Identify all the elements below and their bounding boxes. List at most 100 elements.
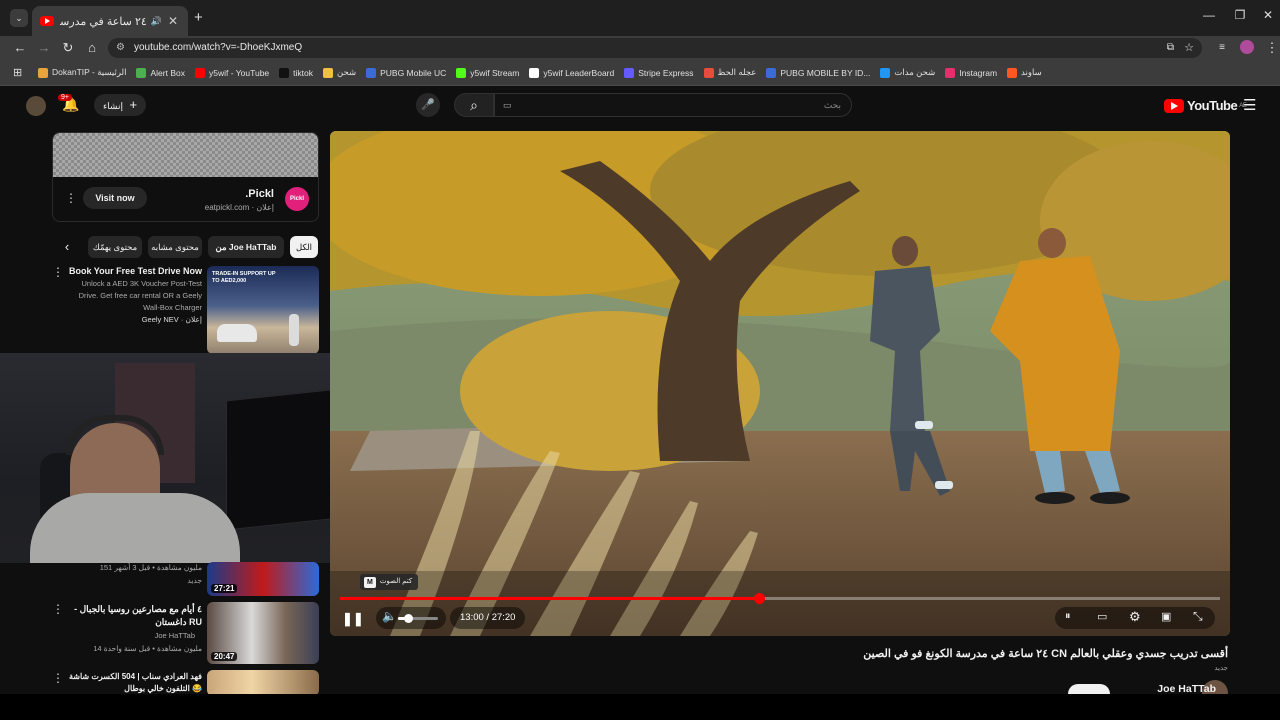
- volume-control[interactable]: 🔈: [376, 607, 446, 629]
- browser-tab-active[interactable]: ٢٤ ساعة في مدرسة الكونغ فو (2401) 🔊 ✕: [32, 6, 188, 36]
- tab-search-icon[interactable]: ⌄: [10, 9, 28, 27]
- exit-fullscreen-icon[interactable]: ⤡: [1193, 609, 1203, 624]
- bookmark-label: y5wif - YouTube: [208, 67, 270, 78]
- restore-icon[interactable]: ❐: [1226, 8, 1254, 22]
- bookmark-item[interactable]: y5wif - YouTube: [194, 67, 270, 78]
- bookmark-item[interactable]: Stripe Express: [624, 67, 694, 78]
- webcam-overlay: [0, 353, 371, 563]
- video2-meta: 14 مليون مشاهدة • قبل سنة واحدة: [93, 644, 202, 653]
- video2-duration: 20:47: [211, 652, 238, 661]
- progress-scrubber[interactable]: [753, 593, 765, 604]
- video3-title[interactable]: فهد العرادي سناب | 504 الكسرت شاشة التلف…: [62, 671, 202, 695]
- bookmark-item[interactable]: DokanTIP - الرئيسية: [38, 67, 126, 78]
- browser-tab-strip: ⌄ ٢٤ ساعة في مدرسة الكونغ فو (2401) 🔊 ✕ …: [0, 0, 1280, 36]
- bookmark-favicon-icon: [136, 67, 147, 78]
- notification-badge: 9+: [58, 94, 72, 101]
- bookmark-favicon-icon: [945, 67, 956, 78]
- home-icon[interactable]: ⌂: [84, 40, 100, 56]
- chip-from-channel[interactable]: من Joe HaTTab: [208, 236, 284, 258]
- video3-thumbnail[interactable]: [207, 670, 319, 696]
- media-control-icon[interactable]: ≡: [1214, 40, 1230, 56]
- visit-now-button[interactable]: Visit now: [83, 187, 147, 209]
- keyboard-icon[interactable]: ▭: [503, 94, 512, 116]
- settings-icon[interactable]: ⚙: [1129, 609, 1141, 625]
- video1-duration: 27:21: [211, 584, 238, 593]
- bookmark-favicon-icon: [279, 67, 290, 78]
- minimize-icon[interactable]: —: [1195, 8, 1223, 22]
- chips-prev-icon[interactable]: ‹: [56, 236, 78, 258]
- webcam-shirt: [30, 493, 240, 563]
- progress-bar[interactable]: [340, 593, 1220, 604]
- speaker-icon[interactable]: 🔊: [151, 16, 162, 27]
- youtube-play-logo-icon: [1164, 98, 1184, 113]
- browser-menu-icon[interactable]: ⋮: [1264, 40, 1280, 56]
- search-button[interactable]: ⌕: [454, 93, 494, 117]
- chip-all[interactable]: الكل: [290, 236, 318, 258]
- address-bar[interactable]: ⚙ youtube.com/watch?v=-DhoeKJxmeQ ⧉ ☆: [108, 38, 1202, 58]
- ad2-title[interactable]: Book Your Free Test Drive Now: [62, 266, 202, 276]
- install-icon[interactable]: ⧉: [1167, 38, 1174, 58]
- bookmark-label: PUBG MOBILE BY ID...: [780, 67, 871, 78]
- create-button[interactable]: إنشاء +: [94, 94, 146, 116]
- video2-title[interactable]: ٤ أيام مع مصارعين روسيا بالجبال - داغستا…: [62, 603, 202, 629]
- pause-icon[interactable]: ❚❚: [342, 610, 364, 628]
- window-close-icon[interactable]: ✕: [1254, 8, 1280, 22]
- video1-tag: جديد: [187, 576, 202, 585]
- bookmark-item[interactable]: Alert Box: [136, 67, 185, 78]
- search-input[interactable]: ▭ بحث: [494, 93, 852, 117]
- video2-thumbnail[interactable]: 20:47: [207, 602, 319, 664]
- video-player[interactable]: M كتم الصوت ❚❚ 🔈 13:00 / 27:20 ⏸ ▭ ⚙ ▣ ⤡: [330, 131, 1230, 636]
- bookmark-item[interactable]: y5wif LeaderBoard: [529, 67, 614, 78]
- back-icon[interactable]: ←: [12, 40, 28, 56]
- youtube-logo[interactable]: YouTube AE: [1164, 98, 1247, 113]
- volume-icon[interactable]: 🔈: [382, 609, 397, 623]
- bookmark-item[interactable]: PUBG Mobile UC: [366, 67, 446, 78]
- reload-icon[interactable]: ↻: [60, 40, 76, 56]
- mute-shortcut-key: M: [364, 576, 376, 588]
- video2-channel[interactable]: Joe HaTTab: [62, 630, 195, 642]
- bookmark-label: y5wif Stream: [470, 67, 520, 78]
- ad2-thumb-text: TRADE-IN SUPPORT UP TO AED2,000: [212, 271, 276, 284]
- new-tab-button[interactable]: +: [194, 9, 203, 26]
- time-display: 13:00 / 27:20: [450, 607, 526, 629]
- bookmark-item[interactable]: Instagram: [945, 67, 997, 78]
- car-shape: [217, 324, 257, 342]
- apps-grid-icon[interactable]: ⊞: [13, 66, 22, 79]
- forward-icon[interactable]: →: [36, 40, 52, 56]
- bookmark-star-icon[interactable]: ☆: [1184, 38, 1194, 58]
- ad-advertiser-name: .Pickl: [245, 188, 274, 200]
- bookmark-item[interactable]: PUBG MOBILE BY ID...: [766, 67, 871, 78]
- bookmark-label: ساوند: [1021, 67, 1042, 77]
- ad2-thumbnail[interactable]: TRADE-IN SUPPORT UP TO AED2,000: [207, 266, 319, 354]
- bookmark-favicon-icon: [38, 67, 48, 78]
- video1-thumbnail[interactable]: 27:21: [207, 562, 319, 596]
- bookmark-item[interactable]: شحن مدات: [880, 67, 935, 78]
- volume-knob[interactable]: [404, 614, 413, 623]
- ad2-sponsor: Geely NEV · إعلان: [141, 315, 202, 324]
- youtube-header: 🔔 9+ إنشاء + 🎤 ⌕ ▭ بحث YouTube AE ☰: [0, 86, 1280, 126]
- ad-card[interactable]: Pickl .Pickl eatpickl.com · إعلان Visit …: [52, 132, 319, 222]
- voice-search-icon[interactable]: 🎤: [416, 93, 440, 117]
- search-icon: ⌕: [470, 97, 478, 113]
- bookmark-favicon-icon: [624, 67, 635, 78]
- profile-avatar[interactable]: [1240, 40, 1254, 54]
- miniplayer-icon[interactable]: ▣: [1161, 610, 1171, 623]
- bookmark-item[interactable]: شحن: [323, 67, 356, 78]
- ad-more-icon[interactable]: ⋮: [65, 191, 77, 205]
- hamburger-menu-icon[interactable]: ☰: [1243, 96, 1256, 114]
- mute-tooltip-text: كتم الصوت: [379, 578, 413, 585]
- person-shape: [289, 314, 299, 346]
- site-info-icon[interactable]: ⚙: [116, 38, 125, 58]
- plus-icon: +: [129, 97, 138, 112]
- user-avatar[interactable]: [26, 96, 46, 116]
- tab-close-icon[interactable]: ✕: [166, 14, 180, 28]
- bookmark-label: DokanTIP - الرئيسية: [52, 67, 127, 77]
- subtitles-icon[interactable]: ▭: [1097, 610, 1107, 623]
- chip-similar[interactable]: محتوى مشابه: [148, 236, 202, 258]
- bookmark-item[interactable]: عجله الحظ: [703, 67, 756, 78]
- chip-interesting[interactable]: محتوى يهمّك: [88, 236, 142, 258]
- bookmark-item[interactable]: tiktok: [279, 67, 313, 78]
- autoplay-toggle-icon[interactable]: ⏸: [1065, 610, 1071, 623]
- bookmark-item[interactable]: ساوند: [1007, 67, 1042, 78]
- bookmark-item[interactable]: y5wif Stream: [456, 67, 520, 78]
